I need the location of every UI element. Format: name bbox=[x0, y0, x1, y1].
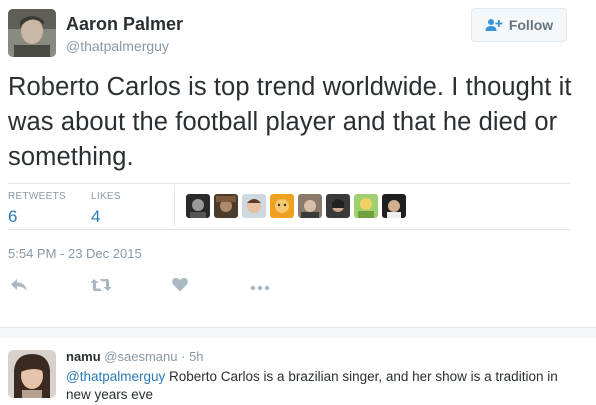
author-avatar[interactable] bbox=[8, 9, 56, 57]
liker-avatars bbox=[186, 194, 406, 218]
liker-avatar[interactable] bbox=[354, 194, 378, 218]
tweet-text: Roberto Carlos is top trend worldwide. I… bbox=[8, 73, 572, 171]
liker-avatar[interactable] bbox=[326, 194, 350, 218]
stats-separator bbox=[174, 186, 175, 226]
reply-icon bbox=[10, 278, 28, 297]
follow-button-label: Follow bbox=[508, 17, 554, 33]
tweet-timestamp[interactable]: 5:54 PM - 23 Dec 2015 bbox=[8, 246, 142, 261]
divider bbox=[8, 229, 570, 230]
likes-stat[interactable]: LIKES 4 bbox=[91, 191, 121, 227]
retweets-count: 6 bbox=[8, 207, 18, 226]
reply-header: namu @saesmanu · 5h bbox=[66, 349, 204, 364]
reply-time[interactable]: 5h bbox=[189, 349, 203, 364]
more-button[interactable] bbox=[249, 276, 271, 298]
liker-avatar[interactable] bbox=[242, 194, 266, 218]
like-button[interactable] bbox=[169, 276, 191, 298]
liker-avatar[interactable] bbox=[186, 194, 210, 218]
retweet-button[interactable] bbox=[90, 276, 112, 298]
like-icon bbox=[172, 277, 188, 297]
more-icon bbox=[250, 278, 270, 296]
reply-meta-separator: · bbox=[181, 349, 186, 364]
liker-avatar[interactable] bbox=[270, 194, 294, 218]
reply-text: @thatpalmerguy Roberto Carlos is a brazi… bbox=[66, 368, 581, 404]
reply-mention-link[interactable]: @thatpalmerguy bbox=[66, 369, 165, 384]
retweets-label: RETWEETS bbox=[8, 191, 66, 202]
liker-avatar[interactable] bbox=[214, 194, 238, 218]
liker-avatar[interactable] bbox=[298, 194, 322, 218]
likes-count: 4 bbox=[91, 207, 101, 226]
retweet-icon bbox=[90, 278, 112, 297]
reply-author-avatar[interactable] bbox=[8, 350, 56, 398]
liker-avatar[interactable] bbox=[382, 194, 406, 218]
add-user-icon bbox=[485, 18, 503, 32]
divider bbox=[8, 183, 570, 184]
likes-label: LIKES bbox=[91, 191, 121, 202]
author-display-name[interactable]: Aaron Palmer bbox=[66, 14, 183, 35]
retweets-stat[interactable]: RETWEETS 6 bbox=[8, 191, 66, 227]
follow-button[interactable]: Follow bbox=[471, 8, 567, 42]
reply-author-handle[interactable]: @saesmanu bbox=[104, 349, 177, 364]
author-handle[interactable]: @thatpalmerguy bbox=[66, 38, 169, 54]
section-separator bbox=[0, 327, 596, 338]
reply-author-name[interactable]: namu bbox=[66, 349, 101, 364]
reply-button[interactable] bbox=[8, 276, 30, 298]
